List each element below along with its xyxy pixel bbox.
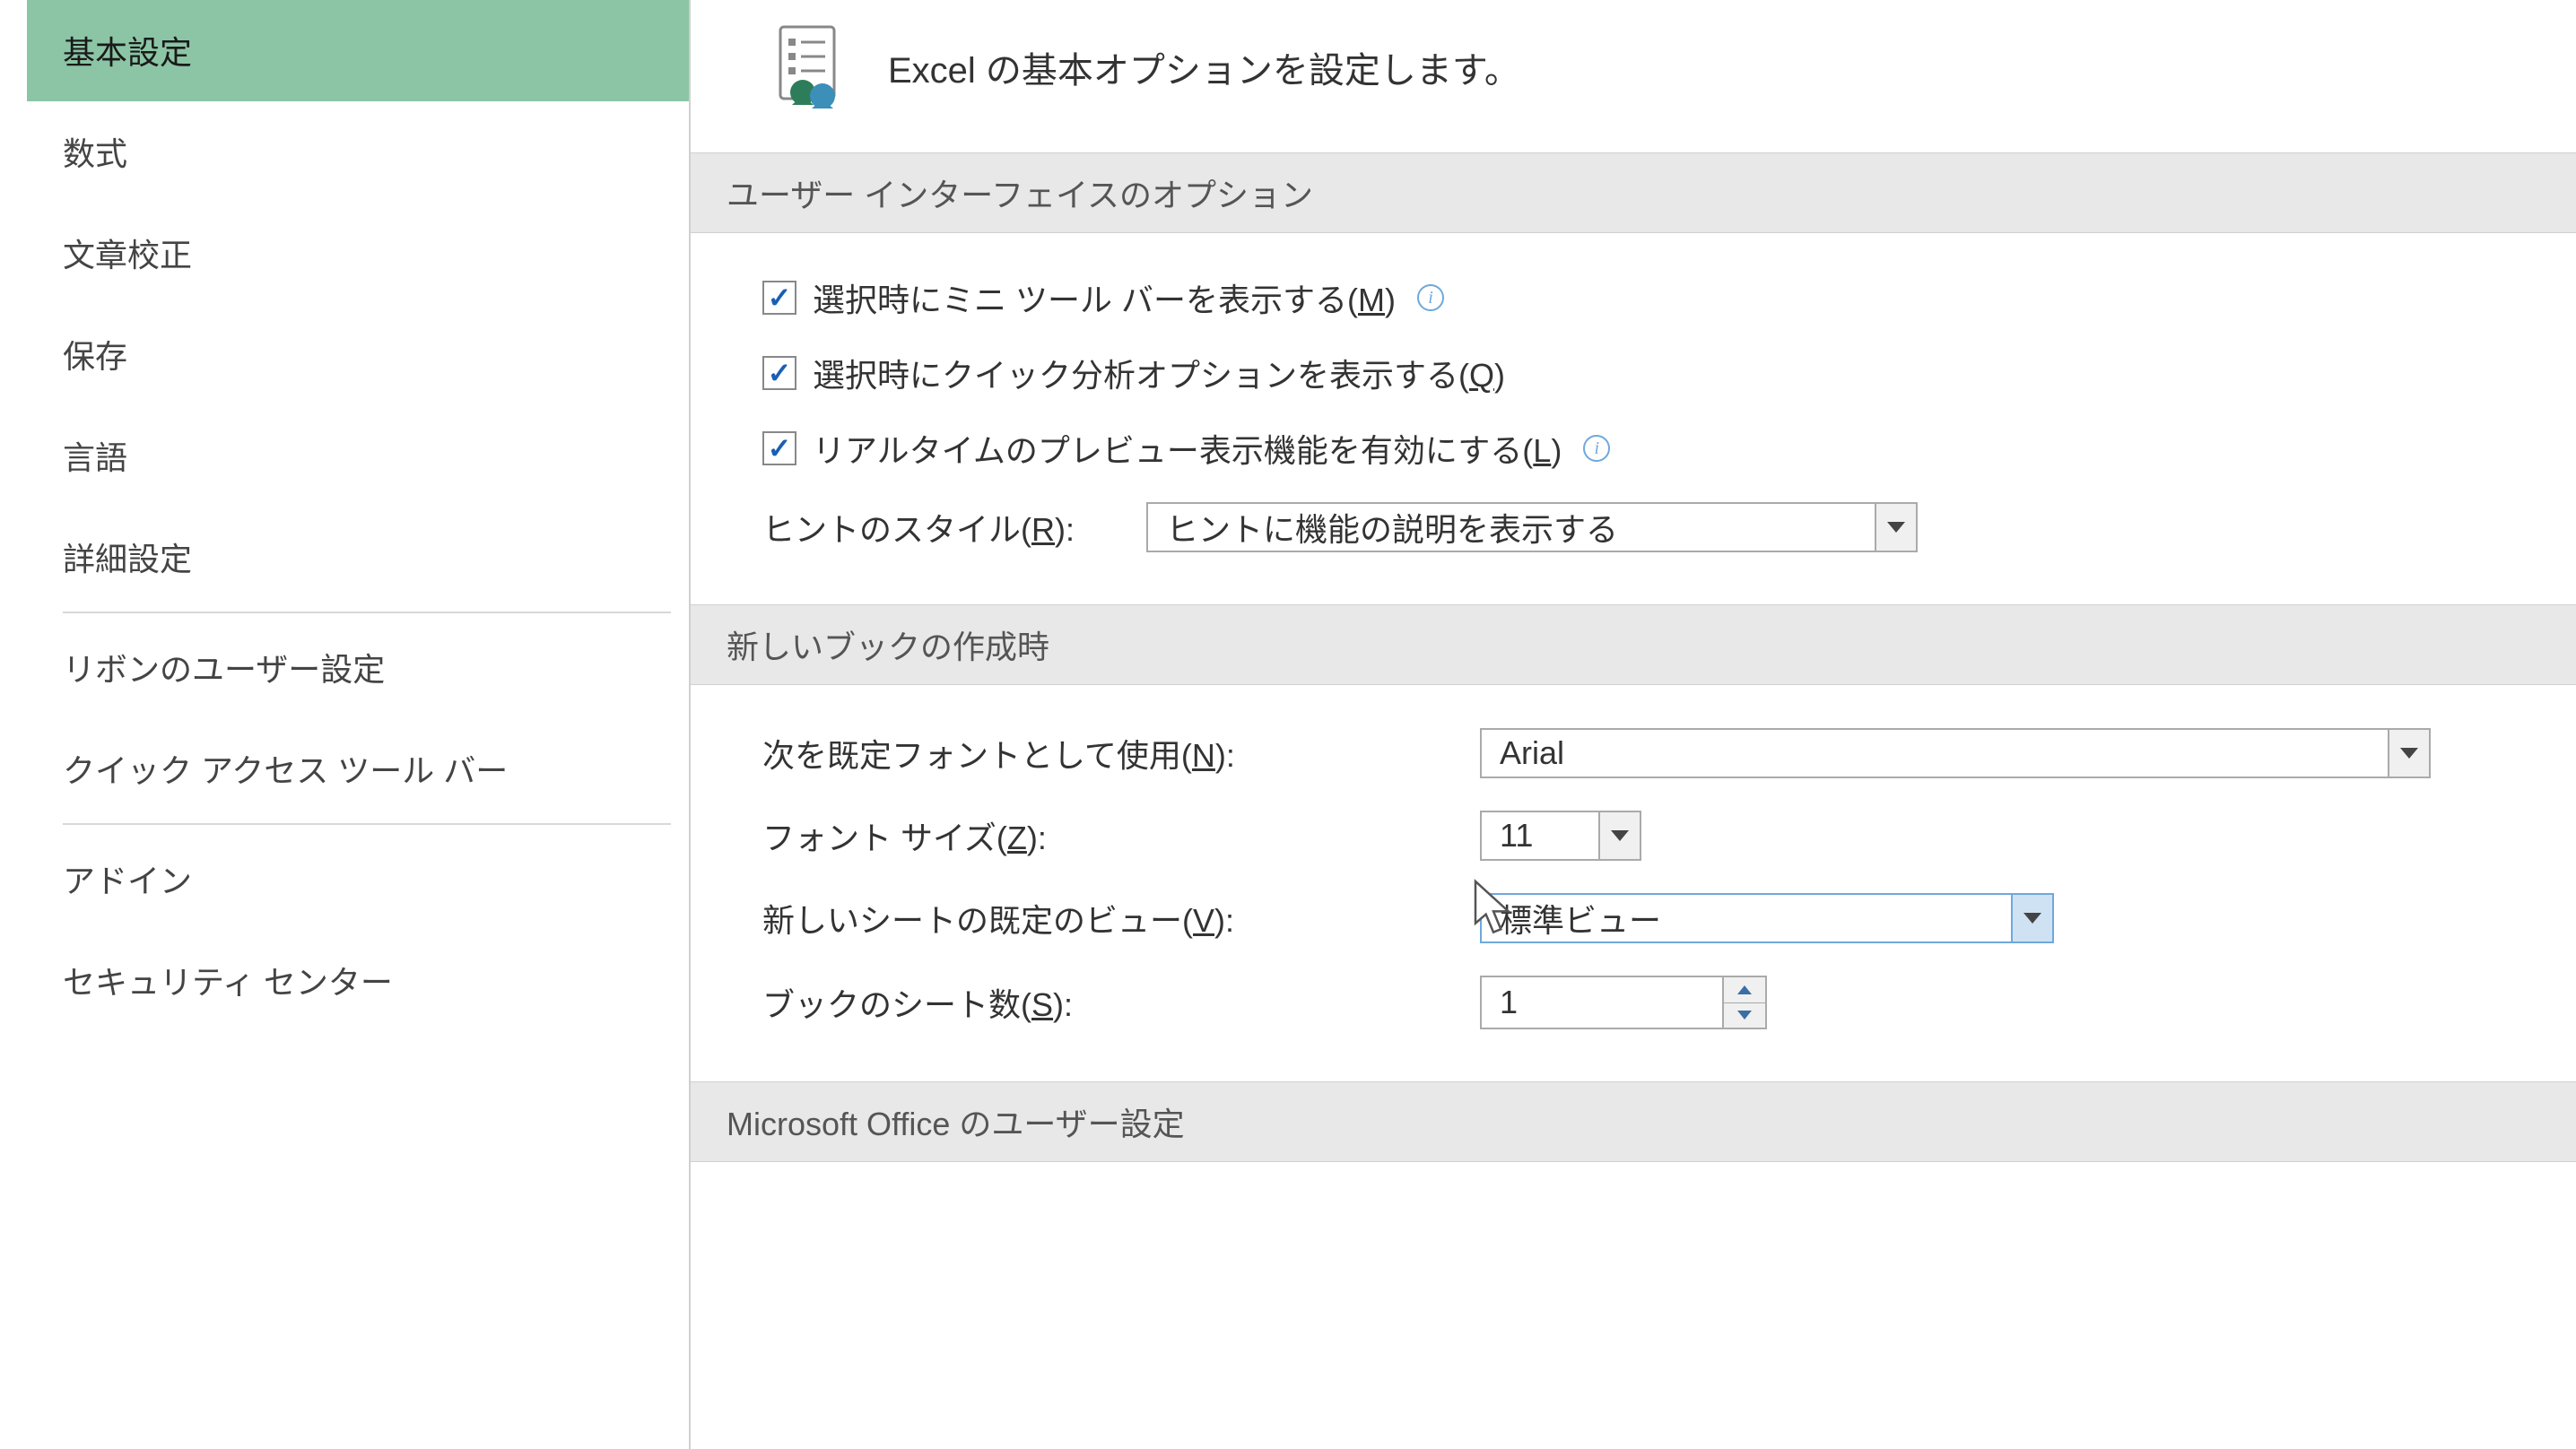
option-quick-analysis: 選択時にクイック分析オプションを表示する(Q)	[762, 335, 2522, 411]
spinner-value[interactable]: 1	[1482, 977, 1722, 1028]
sidebar-item-save[interactable]: 保存	[27, 304, 689, 405]
field-label: ヒントのスタイル(R):	[762, 504, 1075, 551]
section-body: 次を既定フォントとして使用(N): Arial フォント サイズ(Z): 11 …	[691, 685, 2576, 1072]
sidebar-item-label: アドイン	[63, 863, 192, 899]
sidebar: 基本設定 数式 文章校正 保存 言語 詳細設定 リボンのユーザー設定 クイック …	[27, 0, 691, 1449]
sidebar-divider	[63, 823, 671, 825]
dropdown-value: Arial	[1482, 734, 2388, 772]
section-header: 新しいブックの作成時	[691, 604, 2576, 685]
sidebar-item-label: 文章校正	[63, 237, 192, 273]
options-dialog: 基本設定 数式 文章校正 保存 言語 詳細設定 リボンのユーザー設定 クイック …	[0, 0, 2576, 1449]
sidebar-item-trust[interactable]: セキュリティ センター	[27, 930, 689, 1031]
sidebar-item-addins[interactable]: アドイン	[27, 829, 689, 930]
sidebar-item-label: 保存	[63, 338, 127, 375]
spinner-down-button[interactable]	[1724, 1003, 1765, 1028]
sidebar-item-label: 基本設定	[63, 34, 192, 71]
option-live-preview: リアルタイムのプレビュー表示機能を有効にする(L) i	[762, 411, 2522, 486]
sidebar-item-label: セキュリティ センター	[63, 964, 393, 1001]
section-header: ユーザー インターフェイスのオプション	[691, 152, 2576, 233]
option-label: 選択時にクイック分析オプションを表示する(Q)	[813, 350, 1505, 396]
panel-title: Excel の基本オプションを設定します。	[888, 41, 1520, 93]
field-label: 次を既定フォントとして使用(N):	[762, 730, 1444, 777]
option-label: リアルタイムのプレビュー表示機能を有効にする(L)	[813, 425, 1562, 472]
field-default-view: 新しいシートの既定のビュー(V): 標準ビュー	[762, 877, 2522, 959]
spinner-sheet-count[interactable]: 1	[1480, 976, 1767, 1029]
field-hint-style: ヒントのスタイル(R): ヒントに機能の説明を表示する	[762, 486, 2522, 568]
field-label: ブックのシート数(S):	[762, 979, 1444, 1026]
sidebar-item-label: リボンのユーザー設定	[63, 651, 385, 688]
sidebar-item-label: 言語	[63, 439, 127, 476]
sidebar-item-advanced[interactable]: 詳細設定	[27, 507, 689, 608]
sidebar-item-label: クイック アクセス ツール バー	[63, 752, 508, 789]
checkbox-quick-analysis[interactable]	[762, 356, 796, 390]
dropdown-button[interactable]	[1598, 812, 1640, 859]
sidebar-item-formulas[interactable]: 数式	[27, 101, 689, 203]
sidebar-divider	[63, 612, 671, 613]
sidebar-item-label: 詳細設定	[63, 541, 192, 577]
chevron-down-icon	[1737, 1011, 1752, 1020]
dropdown-font-size[interactable]: 11	[1480, 811, 1641, 861]
field-label: フォント サイズ(Z):	[762, 812, 1444, 859]
sidebar-item-general[interactable]: 基本設定	[27, 0, 689, 101]
sidebar-item-ribbon[interactable]: リボンのユーザー設定	[27, 617, 689, 718]
section-office-user: Microsoft Office のユーザー設定	[691, 1081, 2576, 1162]
chevron-up-icon	[1737, 985, 1752, 994]
dropdown-value: 標準ビュー	[1482, 895, 2011, 941]
dropdown-value: 11	[1482, 817, 1598, 855]
field-label: 新しいシートの既定のビュー(V):	[762, 895, 1444, 941]
dropdown-font[interactable]: Arial	[1480, 728, 2431, 778]
dropdown-button[interactable]	[2388, 730, 2429, 777]
sidebar-item-label: 数式	[63, 135, 127, 172]
main-panel: Excel の基本オプションを設定します。 ユーザー インターフェイスのオプショ…	[691, 0, 2576, 1449]
sidebar-item-proofing[interactable]: 文章校正	[27, 203, 689, 304]
field-default-font: 次を既定フォントとして使用(N): Arial	[762, 712, 2522, 794]
spinner-up-button[interactable]	[1724, 977, 1765, 1003]
panel-header: Excel の基本オプションを設定します。	[691, 0, 2576, 152]
sidebar-item-language[interactable]: 言語	[27, 405, 689, 507]
option-mini-toolbar: 選択時にミニ ツール バーを表示する(M) i	[762, 260, 2522, 335]
dropdown-hint-style[interactable]: ヒントに機能の説明を表示する	[1146, 502, 1918, 552]
sidebar-item-qat[interactable]: クイック アクセス ツール バー	[27, 718, 689, 820]
dropdown-value: ヒントに機能の説明を表示する	[1148, 504, 1875, 551]
spinner-buttons	[1722, 977, 1765, 1028]
dropdown-button[interactable]	[2011, 895, 2052, 941]
chevron-down-icon	[1611, 830, 1629, 841]
info-icon[interactable]: i	[1417, 284, 1444, 311]
info-icon[interactable]: i	[1583, 435, 1610, 462]
section-new-workbook: 新しいブックの作成時 次を既定フォントとして使用(N): Arial フォント …	[691, 604, 2576, 1072]
field-font-size: フォント サイズ(Z): 11	[762, 794, 2522, 877]
checkbox-mini-toolbar[interactable]	[762, 281, 796, 315]
option-label: 選択時にミニ ツール バーを表示する(M)	[813, 274, 1396, 321]
chevron-down-icon	[1887, 522, 1905, 533]
section-body: 選択時にミニ ツール バーを表示する(M) i 選択時にクイック分析オプションを…	[691, 233, 2576, 595]
checkbox-live-preview[interactable]	[762, 431, 796, 465]
section-header: Microsoft Office のユーザー設定	[691, 1081, 2576, 1162]
field-sheet-count: ブックのシート数(S): 1	[762, 959, 2522, 1046]
chevron-down-icon	[2023, 913, 2041, 924]
options-icon	[762, 18, 861, 117]
dropdown-button[interactable]	[1875, 504, 1916, 551]
chevron-down-icon	[2400, 748, 2418, 759]
section-ui-options: ユーザー インターフェイスのオプション 選択時にミニ ツール バーを表示する(M…	[691, 152, 2576, 595]
dropdown-default-view[interactable]: 標準ビュー	[1480, 893, 2054, 943]
